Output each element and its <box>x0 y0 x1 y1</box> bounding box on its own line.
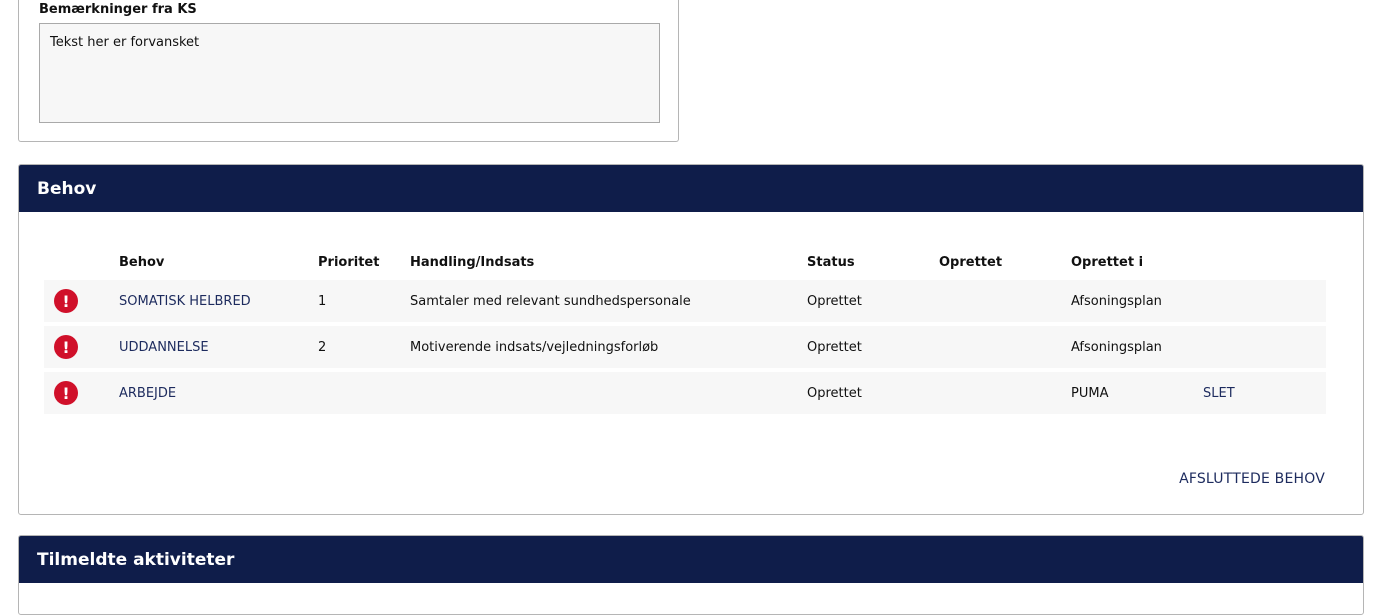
column-header-behov: Behov <box>119 254 165 270</box>
oprettet-i-cell: PUMA <box>1071 385 1109 401</box>
aktiviteter-panel-header: Tilmeldte aktiviteter <box>19 536 1363 583</box>
table-row: ! SOMATISK HELBRED 1 Samtaler med releva… <box>44 280 1326 322</box>
handling-cell: Motiverende indsats/vejledningsforløb <box>410 339 659 355</box>
behov-link[interactable]: UDDANNELSE <box>119 326 209 368</box>
table-header-row: Behov Prioritet Handling/Indsats Status … <box>44 248 1326 276</box>
behov-panel: Behov Behov Prioritet Handling/Indsats S… <box>18 164 1364 515</box>
aktiviteter-panel-title: Tilmeldte aktiviteter <box>37 549 235 570</box>
warning-icon: ! <box>54 326 78 368</box>
column-header-handling: Handling/Indsats <box>410 254 535 270</box>
behov-link[interactable]: SOMATISK HELBRED <box>119 280 251 322</box>
column-header-prioritet: Prioritet <box>318 254 380 270</box>
status-cell: Oprettet <box>807 339 862 355</box>
table-row: ! UDDANNELSE 2 Motiverende indsats/vejle… <box>44 326 1326 368</box>
behov-panel-header: Behov <box>19 165 1363 212</box>
prioritet-cell: 2 <box>318 339 327 355</box>
column-header-oprettet: Oprettet <box>939 254 1003 270</box>
remarks-panel: Bemærkninger fra KS Tekst her er forvans… <box>18 0 679 142</box>
needs-table: Behov Prioritet Handling/Indsats Status … <box>44 248 1326 418</box>
remarks-label: Bemærkninger fra KS <box>39 2 197 17</box>
oprettet-i-cell: Afsoningsplan <box>1071 339 1162 355</box>
column-header-status: Status <box>807 254 855 270</box>
handling-cell: Samtaler med relevant sundhedspersonale <box>410 293 691 309</box>
warning-icon: ! <box>54 372 78 414</box>
afsluttede-behov-link[interactable]: AFSLUTTEDE BEHOV <box>1179 471 1325 487</box>
warning-icon: ! <box>54 280 78 322</box>
status-cell: Oprettet <box>807 293 862 309</box>
aktiviteter-panel: Tilmeldte aktiviteter <box>18 535 1364 615</box>
remarks-textarea[interactable]: Tekst her er forvansket <box>39 23 660 123</box>
slet-link[interactable]: SLET <box>1203 372 1235 414</box>
behov-panel-title: Behov <box>37 178 97 199</box>
table-row: ! ARBEJDE Oprettet PUMA SLET <box>44 372 1326 414</box>
status-cell: Oprettet <box>807 385 862 401</box>
oprettet-i-cell: Afsoningsplan <box>1071 293 1162 309</box>
behov-link[interactable]: ARBEJDE <box>119 372 176 414</box>
prioritet-cell: 1 <box>318 293 327 309</box>
column-header-oprettet-i: Oprettet i <box>1071 254 1144 270</box>
